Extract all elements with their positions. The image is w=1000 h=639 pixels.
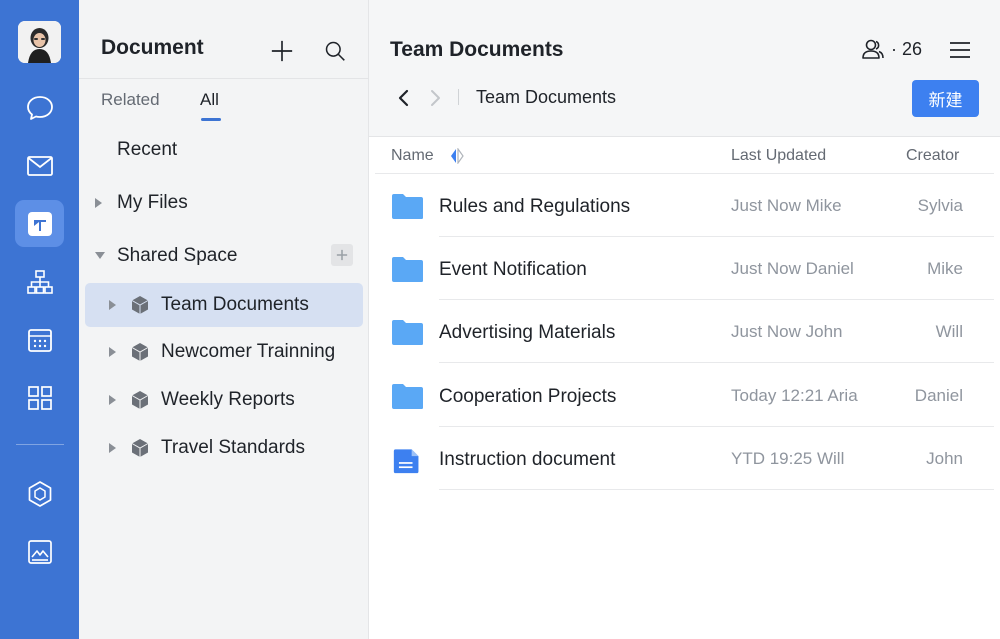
space-cube-icon: [131, 296, 149, 314]
folder-icon: [392, 194, 423, 219]
back-arrow-icon[interactable]: [396, 87, 412, 109]
space-cube-icon: [131, 343, 149, 361]
expand-arrow-icon[interactable]: [109, 347, 116, 357]
last-updated: Today 12:21 Aria: [731, 386, 858, 405]
main-panel: Team Documents · 26 Team Documents 新建 Na…: [369, 0, 1000, 639]
expand-arrow-icon[interactable]: [109, 395, 116, 405]
row-divider: [439, 489, 994, 490]
table-row[interactable]: Event Notification Just Now Daniel Mike: [369, 237, 1000, 300]
space-cube-icon: [131, 391, 149, 409]
file-name: Rules and Regulations: [439, 196, 631, 217]
folder-icon: [392, 257, 423, 282]
sidebar-title: Document: [101, 36, 204, 59]
creator: John: [926, 449, 963, 468]
expand-arrow-icon[interactable]: [109, 443, 116, 453]
sidebar-item-label: Shared Space: [117, 245, 238, 266]
last-updated: Just Now John: [731, 322, 843, 341]
last-updated: Just Now Mike: [731, 196, 842, 215]
creator: Will: [935, 322, 963, 341]
column-header-updated[interactable]: Last Updated: [731, 147, 826, 165]
file-name: Event Notification: [439, 259, 587, 280]
file-name: Advertising Materials: [439, 322, 616, 343]
calendar-icon[interactable]: [15, 316, 64, 363]
sidebar-item-weekly-reports[interactable]: Weekly Reports: [85, 378, 363, 422]
last-updated: YTD 19:25 Will: [731, 449, 845, 468]
add-space-button[interactable]: [331, 244, 353, 266]
sidebar-item-label: Newcomer Trainning: [161, 341, 336, 362]
folder-icon: [392, 384, 423, 409]
tab-all[interactable]: All: [200, 90, 219, 110]
collapse-arrow-icon[interactable]: [95, 252, 105, 259]
table-row[interactable]: Instruction document YTD 19:25 Will John: [369, 427, 1000, 490]
tab-related[interactable]: Related: [101, 90, 160, 110]
breadcrumb[interactable]: Team Documents: [476, 87, 616, 108]
menu-icon[interactable]: [949, 40, 971, 60]
sidebar-item-travel-standards[interactable]: Travel Standards: [85, 426, 363, 470]
sidebar-item-newcomer-training[interactable]: Newcomer Trainning: [85, 330, 363, 374]
avatar[interactable]: [18, 21, 61, 63]
sidebar-item-recent[interactable]: Recent: [85, 128, 363, 172]
forward-arrow-icon[interactable]: [427, 87, 443, 109]
mail-icon[interactable]: [15, 142, 64, 189]
rail-divider: [16, 444, 64, 445]
sidebar-item-label: Team Documents: [161, 294, 309, 315]
sidebar-item-label: My Files: [117, 192, 188, 213]
creator: Sylvia: [917, 196, 963, 215]
members-icon: [862, 39, 884, 59]
document-sidebar: Document Related All Recent My Files Sha…: [79, 0, 369, 639]
sidebar-header-divider: [79, 78, 369, 79]
apps-grid-icon[interactable]: [15, 374, 64, 421]
add-icon[interactable]: [269, 38, 295, 64]
sidebar-item-my-files[interactable]: My Files: [85, 181, 363, 225]
main-header: Team Documents · 26 Team Documents 新建: [369, 0, 1000, 137]
document-icon: [393, 449, 419, 474]
docs-icon[interactable]: [15, 200, 64, 247]
table-row[interactable]: Cooperation Projects Today 12:21 Aria Da…: [369, 364, 1000, 427]
creator: Mike: [927, 259, 963, 278]
new-button[interactable]: 新建: [912, 80, 979, 117]
sidebar-item-team-documents[interactable]: Team Documents: [85, 283, 363, 327]
hexagon-app-icon[interactable]: [15, 470, 64, 517]
sort-icon[interactable]: [450, 148, 464, 164]
chat-icon[interactable]: [15, 84, 64, 131]
space-cube-icon: [131, 439, 149, 457]
search-icon[interactable]: [322, 38, 348, 64]
table-row[interactable]: Advertising Materials Just Now John Will: [369, 300, 1000, 363]
creator: Daniel: [914, 386, 963, 405]
sidebar-item-label: Recent: [117, 139, 178, 160]
sidebar-item-label: Travel Standards: [161, 437, 305, 458]
member-count-label: · 26: [891, 38, 923, 59]
org-chart-icon[interactable]: [15, 258, 64, 305]
column-header-name[interactable]: Name: [391, 147, 434, 165]
expand-arrow-icon[interactable]: [95, 198, 102, 208]
column-header-creator[interactable]: Creator: [906, 147, 959, 165]
app-rail: [0, 0, 79, 639]
row-divider: [439, 362, 994, 363]
member-count[interactable]: · 26: [861, 38, 922, 60]
last-updated: Just Now Daniel: [731, 259, 854, 278]
sidebar-item-label: Weekly Reports: [161, 389, 295, 410]
page-title: Team Documents: [390, 38, 564, 61]
breadcrumb-divider: [458, 89, 459, 105]
table-row[interactable]: Rules and Regulations Just Now Mike Sylv…: [369, 174, 1000, 237]
sidebar-item-shared-space[interactable]: Shared Space: [85, 234, 363, 278]
plus-icon: [336, 249, 348, 261]
gallery-icon[interactable]: [15, 528, 64, 575]
file-name: Cooperation Projects: [439, 386, 617, 407]
folder-icon: [392, 320, 423, 345]
expand-arrow-icon[interactable]: [109, 300, 116, 310]
active-tab-indicator: [201, 118, 221, 121]
file-name: Instruction document: [439, 449, 616, 470]
